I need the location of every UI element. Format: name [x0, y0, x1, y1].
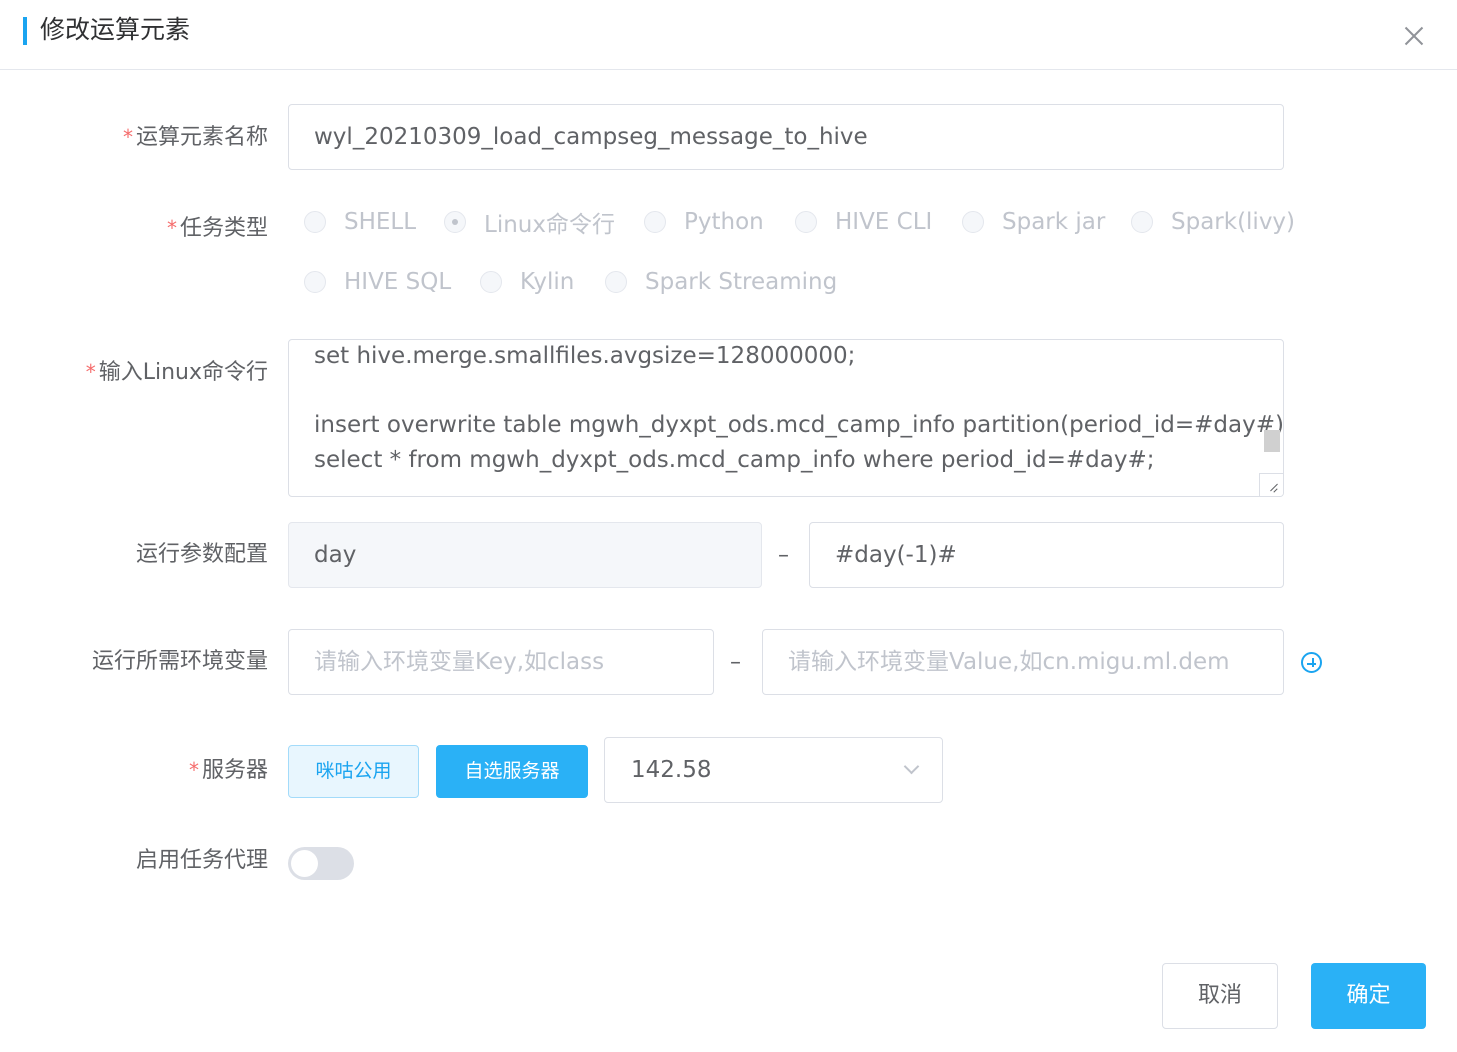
- env-key-input[interactable]: 请输入环境变量Key,如class: [288, 629, 714, 695]
- radio-spark-jar[interactable]: Spark jar: [962, 207, 1105, 237]
- server-label: * 服务器: [188, 758, 268, 783]
- confirm-button[interactable]: 确定: [1311, 963, 1426, 1029]
- env-value-input[interactable]: 请输入环境变量Value,如cn.migu.ml.dem: [762, 629, 1284, 695]
- server-selected-value: 142.58: [631, 757, 712, 783]
- command-line: set hive.merge.smallfiles.avgsize=128000…: [314, 343, 856, 369]
- command-label: * 输入Linux命令行: [85, 360, 268, 385]
- radio-circle: [605, 271, 627, 293]
- name-input[interactable]: wyl_20210309_load_campseg_message_to_hiv…: [288, 104, 1284, 170]
- radio-circle: [644, 211, 666, 233]
- radio-hive-sql[interactable]: HIVE SQL: [304, 267, 451, 297]
- task-type-label: * 任务类型: [166, 216, 268, 241]
- title-accent-bar: [23, 17, 27, 45]
- radio-hive-cli[interactable]: HIVE CLI: [795, 207, 932, 237]
- dialog-title: 修改运算元素: [40, 15, 191, 44]
- radio-python[interactable]: Python: [644, 207, 764, 237]
- close-icon[interactable]: [1398, 20, 1430, 52]
- command-line: select * from mgwh_dyxpt_ods.mcd_camp_in…: [314, 447, 1155, 473]
- radio-circle: [480, 271, 502, 293]
- command-textarea[interactable]: set hive.merge.smallfiles.avgsize=128000…: [288, 339, 1284, 497]
- dialog-header: 修改运算元素: [0, 0, 1457, 70]
- resize-handle-icon[interactable]: [1259, 473, 1283, 496]
- add-circle-icon[interactable]: [1301, 652, 1322, 673]
- radio-spark-livy[interactable]: Spark(livy): [1131, 207, 1295, 237]
- radio-circle: [795, 211, 817, 233]
- radio-kylin[interactable]: Kylin: [480, 267, 574, 297]
- run-params-label: 运行参数配置: [135, 542, 268, 567]
- radio-circle-checked: [444, 211, 466, 233]
- cancel-button[interactable]: 取消: [1162, 963, 1278, 1029]
- radio-linux-command[interactable]: Linux命令行: [444, 207, 615, 238]
- run-param-value-input[interactable]: #day(-1)#: [809, 522, 1284, 588]
- chevron-down-icon: [903, 758, 920, 775]
- radio-circle: [304, 271, 326, 293]
- name-label: * 运算元素名称: [122, 125, 268, 150]
- proxy-toggle[interactable]: [288, 847, 354, 880]
- toggle-knob: [291, 850, 318, 877]
- radio-circle: [962, 211, 984, 233]
- radio-spark-streaming[interactable]: Spark Streaming: [605, 267, 837, 297]
- env-vars-label: 运行所需环境变量: [91, 649, 268, 674]
- radio-circle: [1131, 211, 1153, 233]
- proxy-label: 启用任务代理: [135, 848, 268, 873]
- run-param-key-input: day: [288, 522, 762, 588]
- radio-shell[interactable]: SHELL: [304, 207, 416, 237]
- separator: –: [778, 543, 789, 568]
- radio-circle: [304, 211, 326, 233]
- server-select[interactable]: 142.58: [604, 737, 943, 803]
- command-line: insert overwrite table mgwh_dyxpt_ods.mc…: [314, 412, 1284, 438]
- textarea-scrollbar[interactable]: [1264, 430, 1280, 452]
- custom-server-button[interactable]: 自选服务器: [436, 745, 588, 798]
- public-server-button[interactable]: 咪咕公用: [288, 745, 419, 798]
- separator: –: [730, 650, 741, 675]
